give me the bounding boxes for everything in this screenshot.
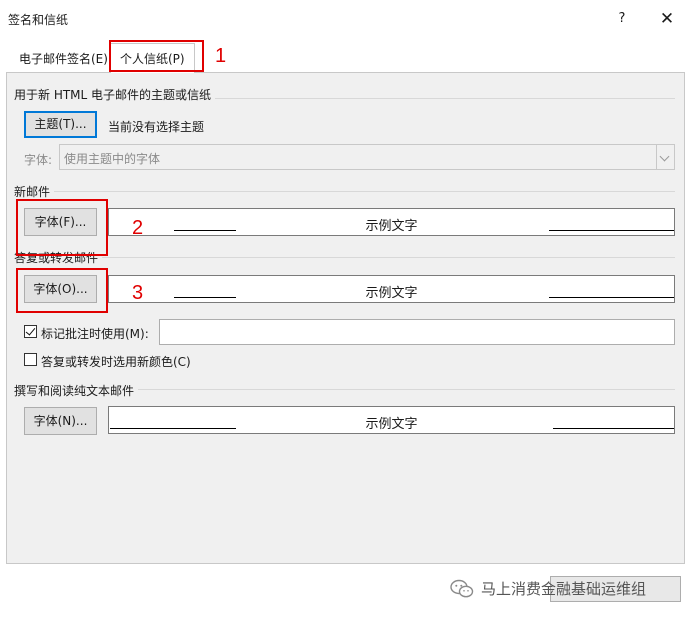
new-mail-preview: 示例文字	[108, 208, 675, 236]
mark-comments-checkbox[interactable]	[24, 325, 37, 338]
annotation-box-1	[109, 40, 204, 72]
preview-line	[553, 428, 674, 429]
new-color-label[interactable]: 答复或转发时选用新颜色(C)	[41, 353, 191, 370]
tab-strip-filler	[205, 43, 257, 73]
annotation-number-3: 3	[132, 282, 144, 304]
plain-text-preview-text: 示例文字	[365, 417, 418, 432]
chevron-down-icon[interactable]	[656, 145, 674, 169]
preview-line	[549, 230, 674, 231]
new-mail-label: 新邮件	[14, 183, 55, 200]
theme-button[interactable]: 主题(T)...	[24, 111, 97, 138]
title-bar: 签名和信纸 ? ✕	[0, 0, 689, 36]
no-theme-text: 当前没有选择主题	[108, 120, 205, 134]
new-mail-divider	[16, 191, 675, 192]
mark-comments-label[interactable]: 标记批注时使用(M):	[41, 325, 149, 342]
plain-text-preview: 示例文字	[108, 406, 675, 434]
annotation-box-2	[16, 199, 108, 256]
watermark-text: 马上消费金融基础运维组	[481, 580, 647, 598]
font-label: 字体:	[24, 153, 53, 167]
annotation-number-1: 1	[215, 45, 227, 67]
reply-preview-text: 示例文字	[365, 286, 418, 301]
mark-comments-input[interactable]	[159, 319, 675, 345]
watermark: 马上消费金融基础运维组	[450, 578, 646, 600]
plain-text-font-button[interactable]: 字体(N)...	[24, 407, 97, 435]
plain-text-label: 撰写和阅读纯文本邮件	[14, 382, 139, 399]
theme-section-label: 用于新 HTML 电子邮件的主题或信纸	[14, 86, 216, 103]
wechat-icon	[450, 579, 474, 598]
tab-email-signature[interactable]: 电子邮件签名(E)	[12, 46, 115, 72]
theme-font-combo[interactable]: 使用主题中的字体	[59, 144, 675, 170]
new-color-checkbox[interactable]	[24, 353, 37, 366]
help-button[interactable]: ?	[610, 8, 634, 30]
checkmark-icon	[25, 325, 36, 336]
preview-line	[549, 297, 674, 298]
window-title: 签名和信纸	[8, 13, 69, 27]
reply-preview: 示例文字	[108, 275, 675, 303]
annotation-box-3	[16, 268, 108, 313]
new-mail-preview-text: 示例文字	[365, 219, 418, 234]
reply-divider	[16, 257, 675, 258]
close-button[interactable]: ✕	[654, 8, 680, 30]
theme-font-combo-value: 使用主题中的字体	[64, 152, 161, 166]
annotation-number-2: 2	[132, 217, 144, 239]
